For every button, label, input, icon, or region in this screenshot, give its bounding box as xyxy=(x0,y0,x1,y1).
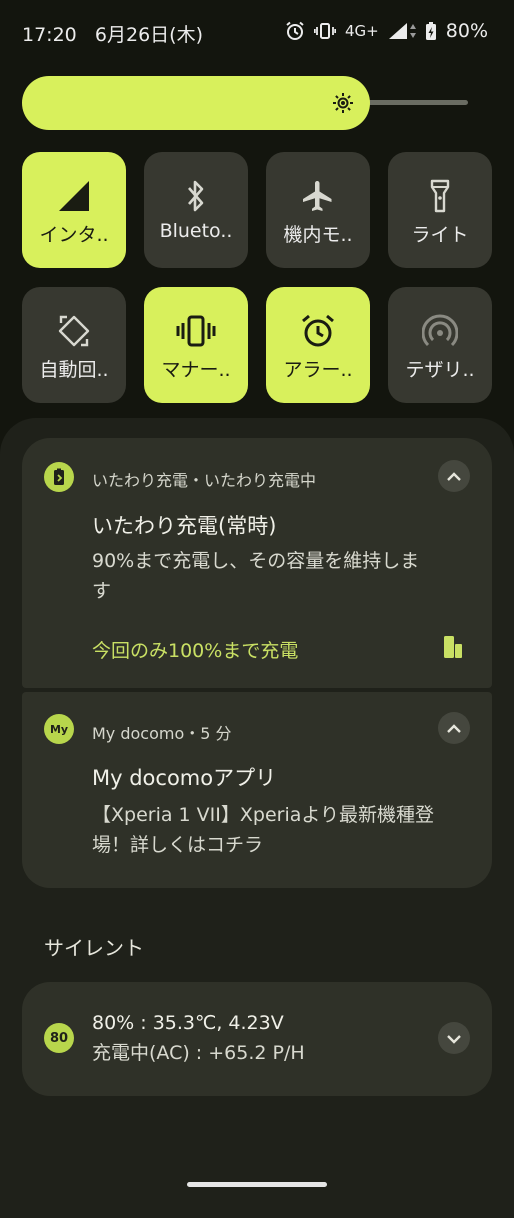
my-docomo-app-icon: My xyxy=(44,714,74,744)
battery-care-small-icon xyxy=(442,634,464,664)
alarm-status-icon xyxy=(285,21,305,41)
charging-status: 充電中(AC) : +65.2 P/H xyxy=(92,1042,305,1064)
clock-date: 6月26日(木) xyxy=(94,24,203,46)
tile-label: Blueto.. xyxy=(159,220,233,242)
network-type-label: 4G+ xyxy=(345,22,379,40)
tile-airplane-mode[interactable]: 機内モ.. xyxy=(266,152,370,268)
tile-bluetooth[interactable]: Blueto.. xyxy=(144,152,248,268)
notification-title: いたわり充電(常時) xyxy=(92,514,277,538)
battery-level-text: 80 xyxy=(49,1030,69,1046)
tile-manner-mode[interactable]: マナー.. xyxy=(144,287,248,403)
battery-level-icon: 80 xyxy=(44,1023,74,1053)
notification-battery-status[interactable]: 80 80% : 35.3℃, 4.23V 充電中(AC) : +65.2 P/… xyxy=(22,982,492,1096)
collapse-button[interactable] xyxy=(438,460,470,492)
clock-time: 17:20 xyxy=(22,24,77,46)
gesture-navigation-bar[interactable] xyxy=(187,1182,327,1187)
status-bar: 17:20 6月26日(木) 4G+ 80% xyxy=(0,0,514,66)
body-line: 90%まで充電し、その容量を維持しま xyxy=(92,550,420,572)
battery-status-icon xyxy=(425,21,437,41)
silent-section-header: サイレント xyxy=(44,936,144,960)
tile-label: インタ.. xyxy=(39,224,109,246)
brightness-fill[interactable] xyxy=(22,76,370,130)
brightness-icon xyxy=(332,92,354,114)
brightness-slider[interactable] xyxy=(22,76,468,130)
tile-label: ライト xyxy=(411,224,469,246)
auto-rotate-icon xyxy=(22,313,126,349)
tile-internet[interactable]: インタ.. xyxy=(22,152,126,268)
battery-care-app-icon xyxy=(44,462,74,492)
tile-auto-rotate[interactable]: 自動回.. xyxy=(22,287,126,403)
bluetooth-icon xyxy=(144,178,248,214)
notification-body: 【Xperia 1 VII】Xperiaより最新機種登 場！詳しくはコチラ xyxy=(92,800,434,860)
notification-my-docomo[interactable]: My My docomo・5 分 My docomoアプリ 【Xperia 1 … xyxy=(22,692,492,888)
charge-to-100-action[interactable]: 今回のみ100%まで充電 xyxy=(92,636,298,663)
vibrate-status-icon xyxy=(314,21,337,41)
tile-tethering[interactable]: テザリ.. xyxy=(388,287,492,403)
chevron-up-icon xyxy=(446,467,462,486)
body-line: 【Xperia 1 VII】Xperiaより最新機種登 xyxy=(92,804,434,826)
chevron-up-icon xyxy=(446,719,462,738)
tile-label: マナー.. xyxy=(161,359,231,381)
body-line: 場！詳しくはコチラ xyxy=(92,834,264,856)
airplane-icon xyxy=(266,178,370,214)
app-icon-text: My xyxy=(49,722,69,736)
hotspot-icon xyxy=(388,313,492,349)
tile-label: 自動回.. xyxy=(39,359,109,381)
flashlight-icon xyxy=(388,178,492,214)
status-icons: 4G+ 80% xyxy=(285,20,488,42)
tile-label: アラー.. xyxy=(283,359,353,381)
battery-percent: 80% xyxy=(445,20,488,42)
expand-button[interactable] xyxy=(438,1022,470,1054)
tile-label: テザリ.. xyxy=(405,359,475,381)
notification-app-header: My docomo・5 分 xyxy=(92,724,232,743)
chevron-down-icon xyxy=(446,1029,462,1048)
notification-app-header: いたわり充電・いたわり充電中 xyxy=(92,471,317,490)
notification-title: My docomoアプリ xyxy=(92,766,277,790)
tile-flashlight[interactable]: ライト xyxy=(388,152,492,268)
signal-status-icon xyxy=(388,22,416,40)
alarm-icon xyxy=(266,313,370,349)
status-time-date: 17:20 6月26日(木) xyxy=(22,20,203,47)
collapse-button[interactable] xyxy=(438,712,470,744)
notification-charge-care[interactable]: いたわり充電・いたわり充電中 いたわり充電(常時) 90%まで充電し、その容量を… xyxy=(22,438,492,688)
battery-stats: 80% : 35.3℃, 4.23V xyxy=(92,1012,284,1034)
body-line: す xyxy=(92,580,112,602)
tile-label: 機内モ.. xyxy=(283,224,353,246)
vibrate-icon xyxy=(144,313,248,349)
notification-body: 90%まで充電し、その容量を維持しま す xyxy=(92,546,419,606)
tile-alarm[interactable]: アラー.. xyxy=(266,287,370,403)
signal-icon xyxy=(22,178,126,214)
